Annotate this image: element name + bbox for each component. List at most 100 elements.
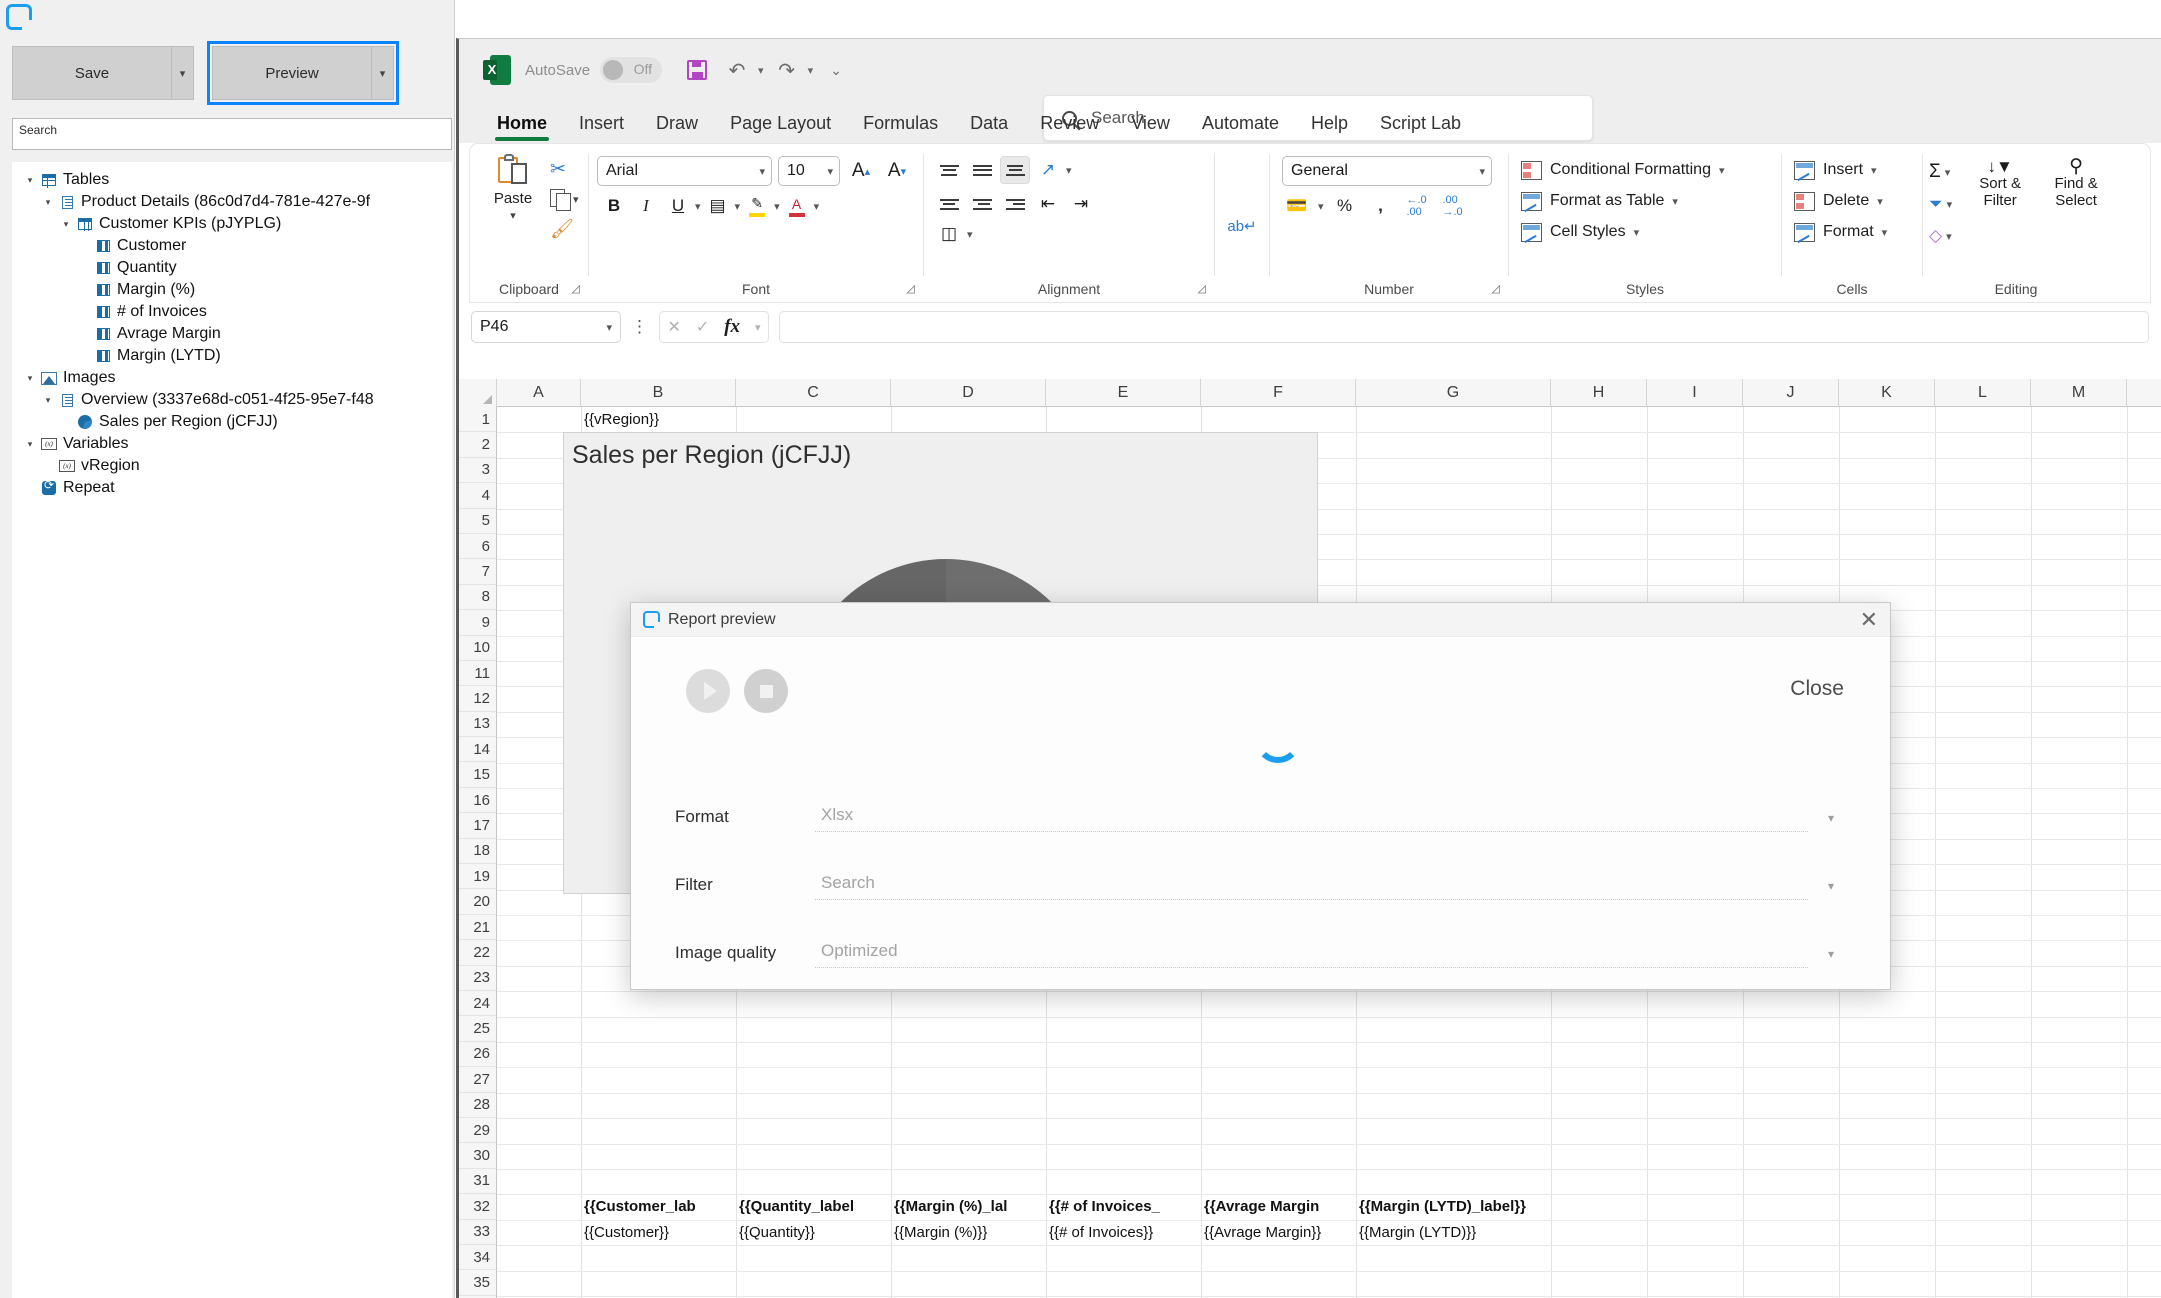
column-header-e[interactable]: E [1046,379,1201,407]
twisty-icon[interactable]: ▾ [57,219,75,230]
column-header-l[interactable]: L [1935,379,2031,407]
formula-chevron-down-icon[interactable]: ▾ [755,321,761,334]
row-header-17[interactable]: 17 [459,813,496,839]
merge-and-center-icon[interactable]: ◫ [934,220,964,248]
save-dropdown-chevron-down-icon[interactable]: ▾ [172,46,194,100]
paste-button[interactable]: Paste ▾ [476,150,550,222]
underline-chevron-down-icon[interactable]: ▾ [695,200,701,213]
row-header-33[interactable]: 33 [459,1220,496,1245]
format-painter-button[interactable]: 🖌 [550,216,579,242]
autosum-button[interactable]: Σ ▾ [1929,158,1952,186]
column-header-b[interactable]: B [581,379,736,407]
column-header-d[interactable]: D [891,379,1046,407]
row-header-11[interactable]: 11 [459,661,496,687]
conditional-formatting-button[interactable]: Conditional Formatting ▾ [1521,157,1725,183]
formula-bar-options-icon[interactable]: ⋮ [631,317,649,337]
insert-cells-button[interactable]: Insert ▾ [1794,157,1887,183]
tree-item-overview[interactable]: ▾ Overview (3337e68d-c051-4f25-95e7-f48 [13,389,451,411]
row-header-1[interactable]: 1 [459,407,496,433]
clear-button[interactable]: ◇ ▾ [1929,222,1952,250]
font-size-chevron-down-icon[interactable]: ▾ [827,165,833,178]
tree-item-margin-percent[interactable]: Margin (%) [13,279,451,301]
autosave-toggle[interactable]: Off [600,57,663,83]
align-right-icon[interactable] [1000,190,1030,218]
twisty-icon[interactable]: ▾ [21,439,39,450]
merge-chevron-down-icon[interactable]: ▾ [967,228,973,241]
close-button[interactable]: Close [1790,677,1844,701]
row-header-24[interactable]: 24 [459,991,496,1017]
grid-cell-B33[interactable]: {{Customer}} [584,1224,669,1241]
clipboard-dialog-launcher-icon[interactable]: ◿ [572,280,580,298]
decrease-decimal-icon[interactable]: .00 →.0 [1438,192,1468,220]
row-header-30[interactable]: 30 [459,1143,496,1169]
sort-and-filter-button[interactable]: ↓▼ Sort & Filter [1962,158,2038,250]
column-header-h[interactable]: H [1551,379,1647,407]
close-icon[interactable]: ✕ [1860,608,1878,631]
row-header-18[interactable]: 18 [459,839,496,865]
grid-cell-G33[interactable]: {{Margin (LYTD)}} [1359,1224,1476,1241]
row-header-14[interactable]: 14 [459,737,496,763]
font-dialog-launcher-icon[interactable]: ◿ [907,280,915,298]
tree-item-customer-kpis[interactable]: ▾ Customer KPIs (pJYPLG) [13,213,451,235]
alignment-dialog-launcher-icon[interactable]: ◿ [1198,280,1206,298]
row-header-23[interactable]: 23 [459,966,496,991]
align-middle-icon[interactable] [967,156,997,184]
report-tree[interactable]: ▾ Tables ▾ Product Details (86c0d7d4-781… [12,162,452,1298]
copy-button[interactable]: ▾ [550,186,579,212]
row-header-10[interactable]: 10 [459,636,496,661]
chevron-down-icon[interactable]: ▾ [1877,195,1883,208]
insert-function-icon[interactable]: fx [724,316,740,338]
row-header-25[interactable]: 25 [459,1016,496,1042]
tree-item-sales-per-region[interactable]: Sales per Region (jCFJJ) [13,411,451,433]
tab-review[interactable]: Review [1024,103,1115,143]
tab-draw[interactable]: Draw [640,103,714,143]
chevron-down-icon[interactable]: ▾ [1672,195,1678,208]
format-chevron-down-icon[interactable]: ▾ [1808,811,1834,832]
percent-style-icon[interactable]: % [1330,192,1360,220]
row-header-8[interactable]: 8 [459,585,496,611]
name-box-chevron-down-icon[interactable]: ▾ [606,321,612,334]
select-all-corner[interactable] [459,379,497,407]
font-size-combo[interactable]: 10 ▾ [778,156,840,186]
cell-styles-button[interactable]: Cell Styles ▾ [1521,219,1725,245]
align-left-icon[interactable] [934,190,964,218]
customize-qat-icon[interactable]: ⌄ [819,53,853,87]
font-color-icon[interactable]: A [782,192,812,220]
report-preview-dialog[interactable]: Report preview ✕ Close Format Xlsx ▾ Fil… [630,602,1891,990]
chevron-down-icon[interactable]: ▾ [1882,226,1888,239]
redo-icon[interactable]: ↷ [770,53,804,87]
row-header-21[interactable]: 21 [459,915,496,941]
row-header-27[interactable]: 27 [459,1067,496,1093]
chevron-down-icon[interactable]: ▾ [1871,164,1877,177]
borders-icon[interactable]: ▤ [703,192,733,220]
row-header-3[interactable]: 3 [459,458,496,484]
cut-button[interactable]: ✂ [550,156,579,182]
underline-button[interactable]: U [663,192,693,220]
number-format-chevron-down-icon[interactable]: ▾ [1479,165,1485,178]
field-value-filter[interactable]: Search [815,873,1808,900]
formula-input[interactable] [779,311,2149,343]
twisty-icon[interactable]: ▾ [39,197,57,208]
preview-split-button[interactable]: Preview ▾ [207,41,399,105]
accept-formula-icon[interactable]: ✓ [696,317,709,337]
fill-color-icon[interactable]: ✎ [742,192,772,220]
chevron-down-icon[interactable]: ▾ [1719,164,1725,177]
column-header-a[interactable]: A [497,379,581,407]
decrease-font-size-icon[interactable]: A ▾ [882,157,912,185]
chevron-down-icon[interactable]: ▾ [1946,230,1952,243]
grid-cell-F32[interactable]: {{Avrage Margin [1204,1198,1319,1215]
row-header-13[interactable]: 13 [459,712,496,738]
name-box[interactable]: P46 ▾ [471,311,621,343]
font-name-chevron-down-icon[interactable]: ▾ [759,165,765,178]
fill-color-chevron-down-icon[interactable]: ▾ [774,200,780,213]
grid-cell-D32[interactable]: {{Margin (%)_lal [894,1198,1007,1215]
grid-cell-F33[interactable]: {{Avrage Margin}} [1204,1224,1321,1241]
copy-chevron-down-icon[interactable]: ▾ [573,193,579,206]
number-format-combo[interactable]: General ▾ [1282,156,1492,186]
accounting-format-icon[interactable]: 💳 [1282,192,1312,220]
row-header-12[interactable]: 12 [459,686,496,712]
row-header-20[interactable]: 20 [459,889,496,915]
row-header-19[interactable]: 19 [459,864,496,890]
find-and-select-button[interactable]: ⚲ Find & Select [2038,157,2114,250]
tab-help[interactable]: Help [1295,103,1364,143]
